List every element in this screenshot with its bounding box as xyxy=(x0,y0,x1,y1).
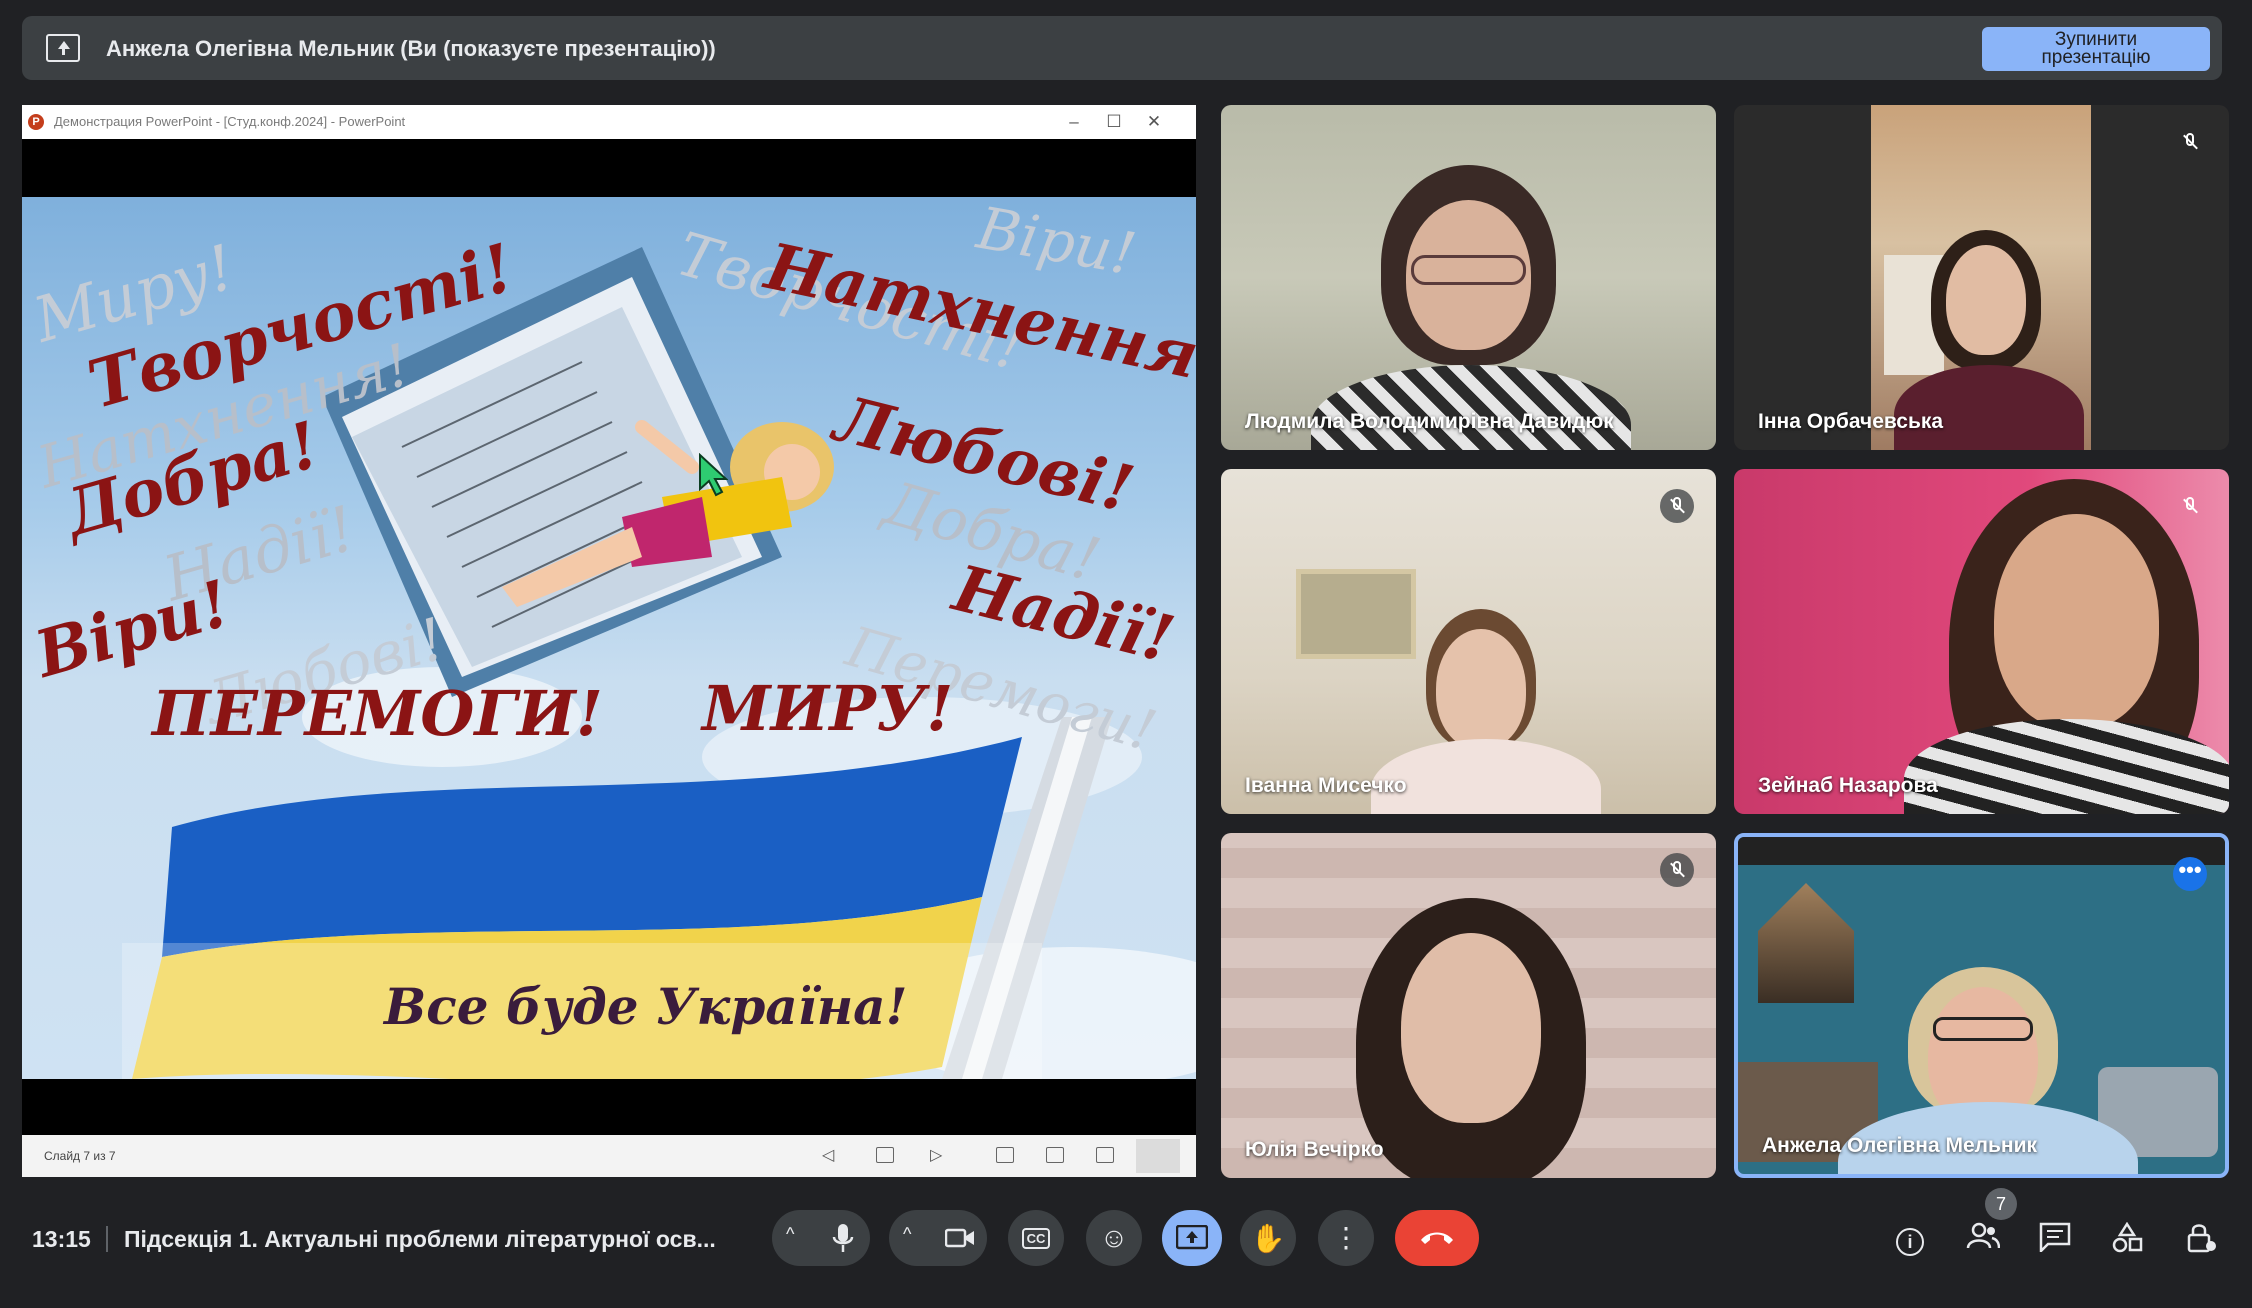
ppt-window-title: Демонстрация PowerPoint - [Студ.конф.202… xyxy=(54,114,406,129)
participant-name: Інна Орбачевська xyxy=(1758,410,1944,433)
activities-button[interactable] xyxy=(2110,1221,2144,1256)
emoji-icon: ☺ xyxy=(1099,1222,1129,1253)
microphone-control[interactable]: ^ xyxy=(772,1210,870,1266)
lock-person-icon xyxy=(2187,1224,2216,1253)
presenting-banner: Анжела Олегівна Мельник (Ви (показуєте п… xyxy=(22,16,2222,80)
slide-sorter-icon[interactable] xyxy=(876,1147,894,1163)
microphone-icon xyxy=(832,1224,854,1252)
participant-tile[interactable]: Зейнаб Назарова xyxy=(1734,469,2229,814)
participant-name: Зейнаб Назарова xyxy=(1758,774,1938,797)
previous-slide-icon[interactable]: ◁ xyxy=(822,1145,834,1165)
slide-caption: Все буде Україна! xyxy=(384,977,908,1036)
meeting-details-button[interactable]: i xyxy=(1893,1222,1927,1256)
stop-presenting-button[interactable]: Зупинити презентацію xyxy=(1982,27,2210,71)
muted-mic-icon xyxy=(1660,853,1694,887)
captions-button[interactable]: CC xyxy=(1008,1210,1064,1266)
participant-name: Іванна Мисечко xyxy=(1245,774,1407,797)
camera-icon xyxy=(945,1228,974,1248)
participant-tile[interactable]: Юлія Вечірко xyxy=(1221,833,1716,1178)
muted-mic-icon xyxy=(1660,489,1694,523)
chat-button[interactable] xyxy=(2038,1222,2072,1256)
slide-counter: Слайд 7 из 7 xyxy=(44,1149,116,1163)
chevron-up-icon[interactable]: ^ xyxy=(903,1224,911,1245)
stop-presenting-label: Зупинити презентацію xyxy=(2041,29,2151,68)
grid-view-icon[interactable] xyxy=(1046,1147,1064,1163)
muted-mic-icon xyxy=(2173,125,2207,159)
muted-mic-icon xyxy=(2173,489,2207,523)
more-vert-icon: ⋮ xyxy=(1332,1222,1360,1253)
participant-count-badge: 7 xyxy=(1985,1188,2017,1220)
host-controls-button[interactable] xyxy=(2184,1222,2218,1256)
next-slide-icon[interactable]: ▷ xyxy=(930,1145,942,1165)
meeting-title: Підсекція 1. Актуальні проблеми літерату… xyxy=(124,1226,716,1252)
chat-icon xyxy=(2039,1222,2071,1255)
shared-powerpoint-window: P Демонстрация PowerPoint - [Студ.конф.2… xyxy=(22,105,1196,1177)
participant-name: Анжела Олегівна Мельник xyxy=(1762,1134,2038,1157)
raise-hand-button[interactable]: ✋ xyxy=(1240,1210,1296,1266)
activities-icon xyxy=(2112,1221,2143,1253)
presenting-title: Анжела Олегівна Мельник (Ви (показуєте п… xyxy=(106,36,716,61)
close-icon[interactable]: ✕ xyxy=(1134,109,1174,135)
chevron-up-icon[interactable]: ^ xyxy=(786,1224,794,1245)
slideshow-view-icon[interactable] xyxy=(1136,1139,1180,1173)
leave-call-button[interactable] xyxy=(1395,1210,1479,1266)
powerpoint-logo-icon: P xyxy=(28,114,44,130)
participant-name: Юлія Вечірко xyxy=(1245,1138,1384,1161)
captions-icon: CC xyxy=(1021,1227,1051,1249)
bottom-control-bar: 13:15 Підсекція 1. Актуальні проблеми лі… xyxy=(0,1188,2252,1308)
present-screen-icon xyxy=(46,34,80,62)
present-button[interactable] xyxy=(1162,1210,1222,1266)
more-options-icon[interactable]: ••• xyxy=(2173,857,2207,891)
more-options-button[interactable]: ⋮ xyxy=(1318,1210,1374,1266)
participant-tile[interactable]: Іванна Мисечко xyxy=(1221,469,1716,814)
people-button[interactable] xyxy=(1966,1222,2001,1256)
normal-view-icon[interactable] xyxy=(996,1147,1014,1163)
cursor-icon xyxy=(699,453,728,497)
present-screen-icon xyxy=(1176,1225,1208,1250)
end-call-icon xyxy=(1421,1232,1453,1244)
slide-word: МИРУ! xyxy=(702,672,954,745)
slide-word: ПЕРЕМОГИ! xyxy=(152,677,603,750)
ppt-status-bar: Слайд 7 из 7 ◁ ▷ xyxy=(22,1135,1196,1177)
reactions-button[interactable]: ☺ xyxy=(1086,1210,1142,1266)
people-icon xyxy=(1966,1222,2001,1249)
participant-tile[interactable]: Інна Орбачевська xyxy=(1734,105,2229,450)
hand-icon: ✋ xyxy=(1250,1222,1286,1254)
reading-view-icon[interactable] xyxy=(1096,1147,1114,1163)
minimize-icon[interactable]: – xyxy=(1054,109,1094,135)
maximize-icon[interactable]: ☐ xyxy=(1094,109,1134,135)
participant-name: Людмила Володимирівна Давидюк xyxy=(1245,410,1614,433)
self-participant-tile[interactable]: ••• Анжела Олегівна Мельник xyxy=(1734,833,2229,1178)
info-icon: i xyxy=(1896,1228,1924,1256)
camera-control[interactable]: ^ xyxy=(889,1210,987,1266)
meeting-clock: 13:15 xyxy=(32,1226,91,1252)
separator xyxy=(106,1226,108,1252)
ppt-title-bar: P Демонстрация PowerPoint - [Студ.конф.2… xyxy=(22,105,1196,139)
participant-tile[interactable]: Людмила Володимирівна Давидюк xyxy=(1221,105,1716,450)
presentation-slide: Миру! Віри! Творчості! Натхнення! Надії!… xyxy=(22,197,1196,1079)
